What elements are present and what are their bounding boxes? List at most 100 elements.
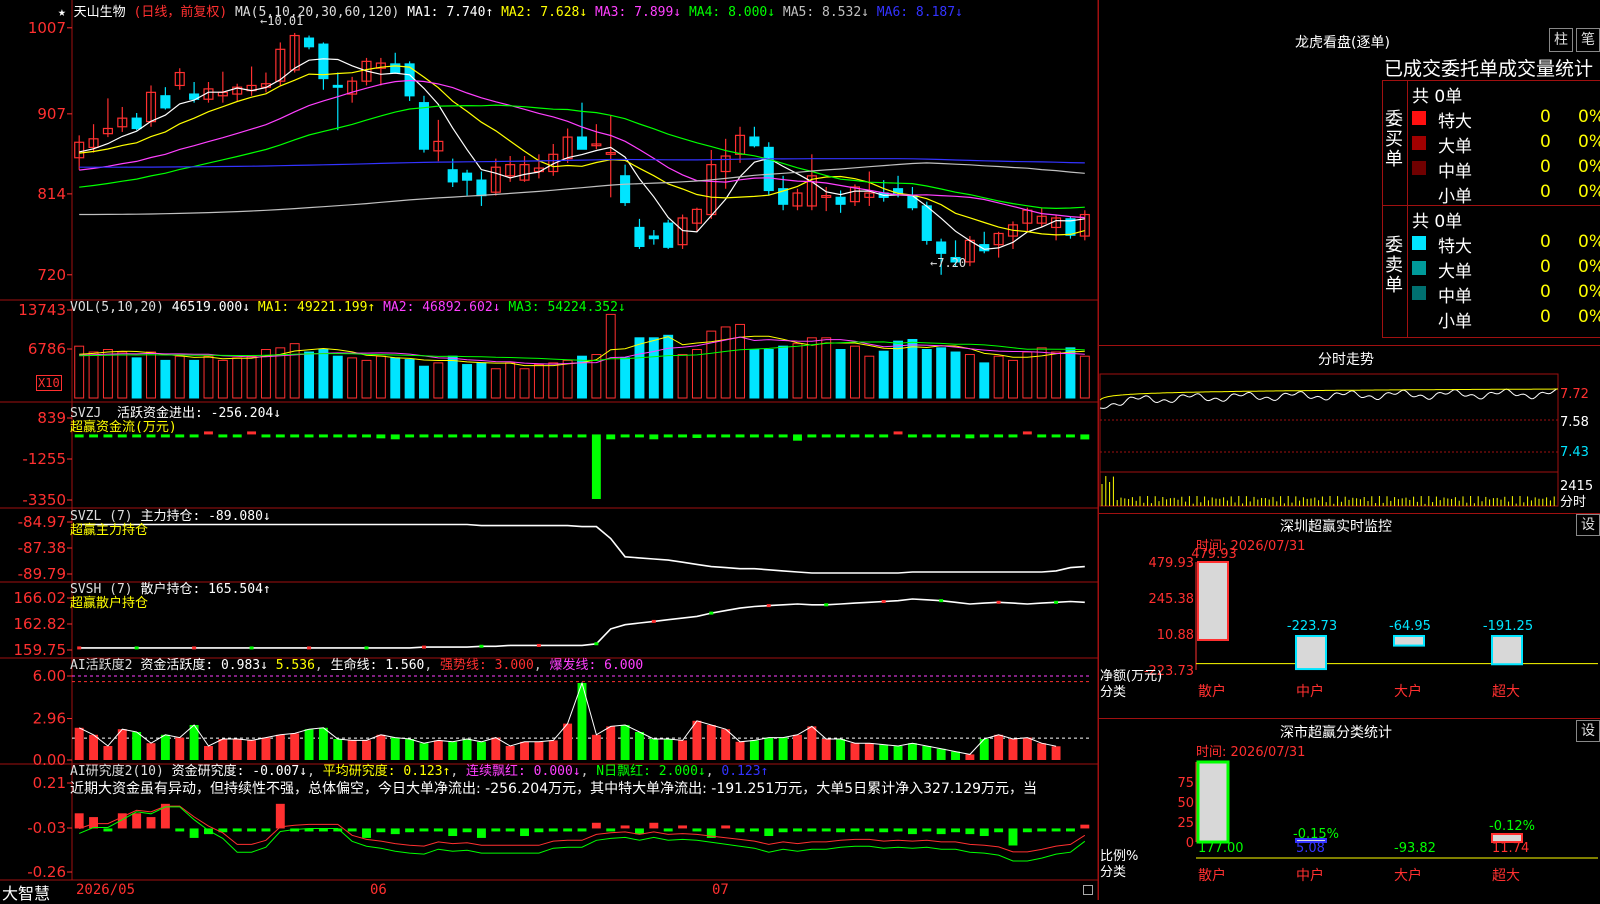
y-tick-label: -0.26 [27,863,66,881]
ai1-bar [1022,737,1032,760]
classify-category: 散户 [1198,867,1226,884]
ai1-bar [951,751,960,760]
ai1-bar [89,734,99,760]
lock-icon[interactable] [1083,885,1093,895]
svsh-dot [364,646,369,650]
ai2-bar [620,825,630,829]
ai2-bar [793,828,802,832]
tick-view-button[interactable]: 笔 [1576,28,1600,52]
ai2-bar [879,828,889,833]
y-tick-label: 0.00 [33,751,66,769]
order-count: 0 [1540,232,1551,252]
candle-down [476,179,487,197]
svzj-bar [419,434,429,438]
svzj-bar [591,434,601,500]
intraday-y-tick: 7.58 [1560,415,1589,430]
svzj-bar [247,431,257,435]
ai2-bar [721,825,731,829]
monitor-bar [1393,634,1425,647]
svsh-dot [996,600,1001,604]
monitor-bar-label: -191.25 [1483,619,1533,634]
ai1-bar [749,740,759,760]
order-type-name: 大单 [1438,262,1472,282]
svsh-dot [939,599,944,603]
volume-bar [505,362,516,399]
svzj-bar [936,434,946,438]
monitor-ylabel: 净额(万元) [1100,669,1162,684]
monitor-bar [1197,561,1229,641]
y-tick-label: -0.03 [27,819,66,837]
intraday-chart[interactable]: 7.72 7.58 7.43 2415分时 [1098,368,1600,510]
svzj-bar [1008,434,1018,438]
ai2-bar [764,828,774,837]
ai2-bar [951,828,960,833]
y-tick-label: 0.21 [33,774,66,792]
svzj-bar [491,434,501,438]
ai1-bar [160,734,170,760]
volume-bar [490,368,501,399]
order-type-name: 中单 [1438,287,1472,307]
ai1-bar [448,741,458,760]
svzj-bar [333,434,343,438]
y-tick-label: -84.97 [18,513,66,531]
candlestick-series [74,32,1090,275]
ai1-bar [620,725,630,760]
volume-bar [763,349,774,399]
vol-header: VOL(5,10,20) 46519.000↓ MA1: 49221.199↑ … [70,300,626,315]
ma-value-5: MA5: 8.532↓ [775,5,869,20]
ai1-bar [793,734,802,760]
y-tick-label: 2.96 [33,710,66,728]
classify-y-tick: 25 [1177,816,1194,831]
monitor-category: 大户 [1394,683,1422,700]
ai1-bar [261,737,271,760]
ai2-bar [563,828,573,832]
order-type-name: 中单 [1438,162,1472,182]
ai2-bars [74,803,1090,862]
ai1-bar [692,720,702,760]
candle-down [936,241,947,254]
ai1-bar [563,723,573,760]
low-price-label: ←7.20 [930,256,967,270]
bar-view-button[interactable]: 柱 [1549,28,1573,52]
classify-bar [1196,760,1230,844]
order-count: 0 [1540,282,1551,302]
ai1-header: AI活跃度2 资金活跃度: 0.983↓ 5.536, 生命线: 1.560, … [70,658,644,673]
monitor-settings-button[interactable]: 设 [1576,514,1600,536]
ai2-bar [232,828,242,832]
volume-bar [203,355,214,399]
volume-bar [447,355,458,399]
volume-bar [347,357,358,399]
star-icon[interactable]: ★ [58,5,66,20]
classify-settings-button[interactable]: 设 [1576,720,1600,742]
ai1-bar [362,740,371,760]
ai2-bar [1051,828,1061,832]
volume-bar [1022,351,1033,399]
svzj-bar [965,434,975,439]
ai1-bar [232,739,242,760]
ai2-bar [376,828,386,833]
volume-bar [979,362,990,399]
ai1-bar [606,726,616,760]
volume-bar [691,349,702,399]
ai1-bar [994,734,1004,760]
volume-bar [648,337,659,399]
y-tick-label: 720 [37,266,66,284]
classify-category: 超大 [1492,868,1520,884]
svzj-bar [218,434,228,438]
ai2-bar [692,828,702,832]
app-name: 大智慧 [2,884,51,903]
ai1-bar [175,737,185,760]
volume-bar [921,349,932,399]
ai2-bar [275,803,285,829]
ai2-bar [1065,828,1075,832]
order-type-name: 特大 [1438,112,1472,132]
vol-ma-value-2: MA2: 46892.602↓ [375,300,501,315]
ai1-bar [778,737,788,760]
svsh-line [77,598,1085,650]
svzj-bar [807,434,817,438]
ai2-bar [462,828,472,833]
ma-line-2 [79,65,1085,236]
svzj-sub: 超赢资金流(万元) [70,420,177,435]
volume-bar [735,323,745,399]
sell-side-label: 委卖单 [1385,235,1403,296]
